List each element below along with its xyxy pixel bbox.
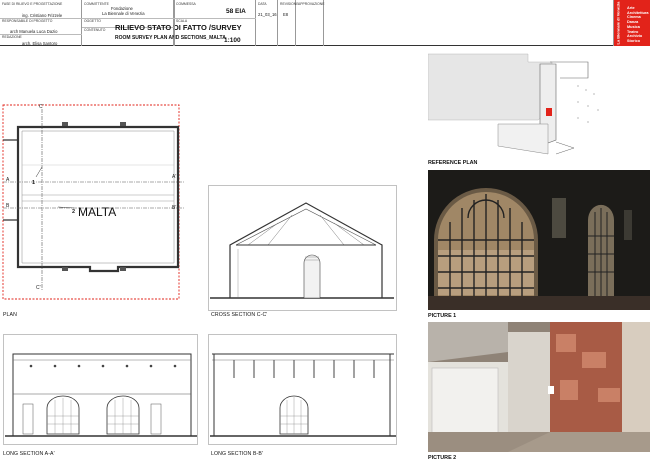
reference-plan-drawing xyxy=(428,53,599,155)
long-section-b-caption: LONG SECTION B-B' xyxy=(211,451,263,457)
title-block: FASE DI RILIEVO E PROGETTAZIONE ing. Cri… xyxy=(0,0,650,46)
label-data: DATA xyxy=(258,2,267,6)
cross-section-caption: CROSS SECTION C-C' xyxy=(211,312,268,318)
long-section-a-drawing xyxy=(3,334,198,445)
cross-section-drawing xyxy=(208,185,397,311)
label-redazione: REDAZIONE xyxy=(2,35,22,39)
long-section-a-caption: LONG SECTION A-A' xyxy=(3,451,55,457)
scale-value: 1:100 xyxy=(224,37,241,44)
title-block-col-code: COMMESSA 58 EIA SCALA 1:100 xyxy=(174,0,256,46)
long-section-b-drawing xyxy=(208,334,397,445)
label-scala: SCALA xyxy=(176,19,188,23)
picture-2-caption: PICTURE 2 xyxy=(428,455,457,461)
title-block-blank xyxy=(324,0,614,46)
plan-marker-a-right: A' xyxy=(172,174,177,180)
plan-marker-c-top: C' xyxy=(39,104,44,110)
plan-marker-b-right: B' xyxy=(172,205,177,211)
label-rilievo: FASE DI RILIEVO E PROGETTAZIONE xyxy=(2,2,63,6)
label-oggetto: OGGETTO xyxy=(84,19,101,23)
code-value: 58 EIA xyxy=(226,8,246,15)
picture-1-caption: PICTURE 1 xyxy=(428,313,457,319)
picture-2 xyxy=(428,322,650,452)
value-redazione: arch. Elisa Santoro xyxy=(22,41,58,46)
plan-room-label: MALTA xyxy=(78,205,117,219)
plan-marker-c-bottom: C' xyxy=(36,285,41,291)
logo-line: Archivio Storico xyxy=(627,34,643,43)
reference-plan-caption: REFERENCE PLAN xyxy=(428,160,478,166)
picture-1 xyxy=(428,170,650,310)
label-responsabile: RESPONSABILE DI PROGETTO xyxy=(2,19,53,23)
plan-marker-2: 2 xyxy=(72,209,76,215)
value-committente-b: La Biennale di Venezia xyxy=(102,11,145,16)
label-contenuto: CONTENUTO xyxy=(84,28,106,32)
title-block-col-approval: APPROVAZIONE xyxy=(296,0,325,46)
biennale-logo: La Biennale di Venezia Arte Architettura… xyxy=(614,0,650,46)
title-block-col-credits: FASE DI RILIEVO E PROGETTAZIONE ing. Cri… xyxy=(0,0,82,46)
label-committente: COMMITTENTE xyxy=(84,2,109,6)
date-value: 21_03_16 xyxy=(258,12,277,17)
plan-drawing xyxy=(2,104,185,300)
plan-marker-a-left: A xyxy=(6,177,10,183)
revision-value: E8 xyxy=(283,12,289,17)
plan-caption: PLAN xyxy=(3,312,17,318)
reference-plan-highlight xyxy=(546,108,552,116)
plan-marker-b-left: B xyxy=(6,203,10,209)
logo-vertical-text: La Biennale di Venezia xyxy=(615,1,621,45)
title-block-col-date: DATA 21_03_16 xyxy=(256,0,278,46)
logo-disciplines: Arte Architettura Cinema Danza Musica Te… xyxy=(627,6,650,44)
label-approvazione: APPROVAZIONE xyxy=(298,2,325,6)
title-block-col-revision: REVISIONE E8 xyxy=(278,0,298,46)
plan-marker-1: 1 xyxy=(32,180,36,186)
label-commessa: COMMESSA xyxy=(176,2,196,6)
